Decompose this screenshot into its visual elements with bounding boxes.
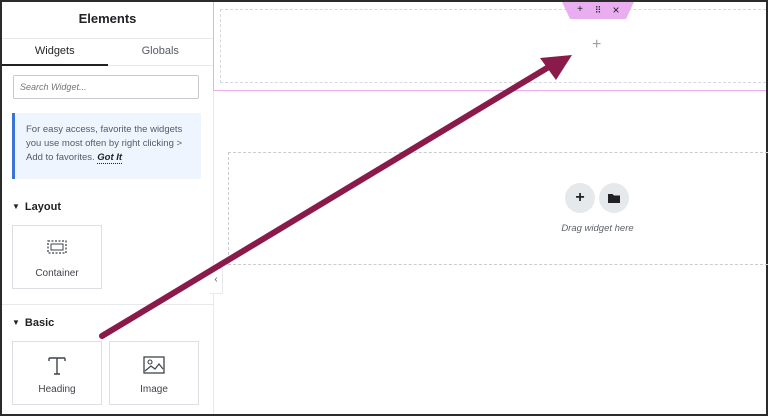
tab-globals[interactable]: Globals [107,38,213,66]
category-layout[interactable]: ▼ Layout [12,201,61,213]
template-library-button[interactable] [599,183,629,213]
widget-label: Heading [38,384,76,395]
widget-label: Container [35,268,79,279]
category-basic[interactable]: ▼ Basic [12,317,54,329]
add-section-dropzone[interactable] [228,152,768,265]
category-basic-label: Basic [24,317,55,329]
search-widget-input[interactable] [13,75,199,99]
got-it-link[interactable]: Got It [97,152,123,164]
add-widget-icon[interactable]: + [592,36,601,54]
elements-panel: Elements Widgets Globals For easy access… [2,2,214,414]
favorites-tip: For easy access, favorite the widgets yo… [12,113,201,179]
tab-widgets[interactable]: Widgets [2,38,108,66]
add-new-section-button[interactable]: + [565,183,595,213]
divider [2,304,213,305]
image-icon [110,356,198,376]
widget-container[interactable]: Container [12,225,102,289]
caret-down-icon: ▼ [12,202,20,211]
category-layout-label: Layout [24,201,61,213]
empty-column[interactable] [220,9,766,83]
drag-widget-hint: Drag widget here [561,223,634,234]
heading-icon [13,356,101,376]
section-handle[interactable]: + ⠿ × [562,2,634,19]
widget-image[interactable]: Image [109,341,199,405]
panel-tabs: Widgets Globals [2,38,213,66]
selected-section[interactable]: + [213,2,766,91]
add-section-button[interactable]: + [573,3,587,17]
caret-down-icon: ▼ [12,318,20,327]
widget-label: Image [140,384,168,395]
collapse-panel-button[interactable]: ‹ [210,268,223,294]
panel-title: Elements [2,2,213,39]
delete-section-button[interactable]: × [609,3,623,17]
move-section-icon[interactable]: ⠿ [591,3,605,17]
container-icon [13,240,101,260]
widget-heading[interactable]: Heading [12,341,102,405]
folder-icon [608,193,620,203]
